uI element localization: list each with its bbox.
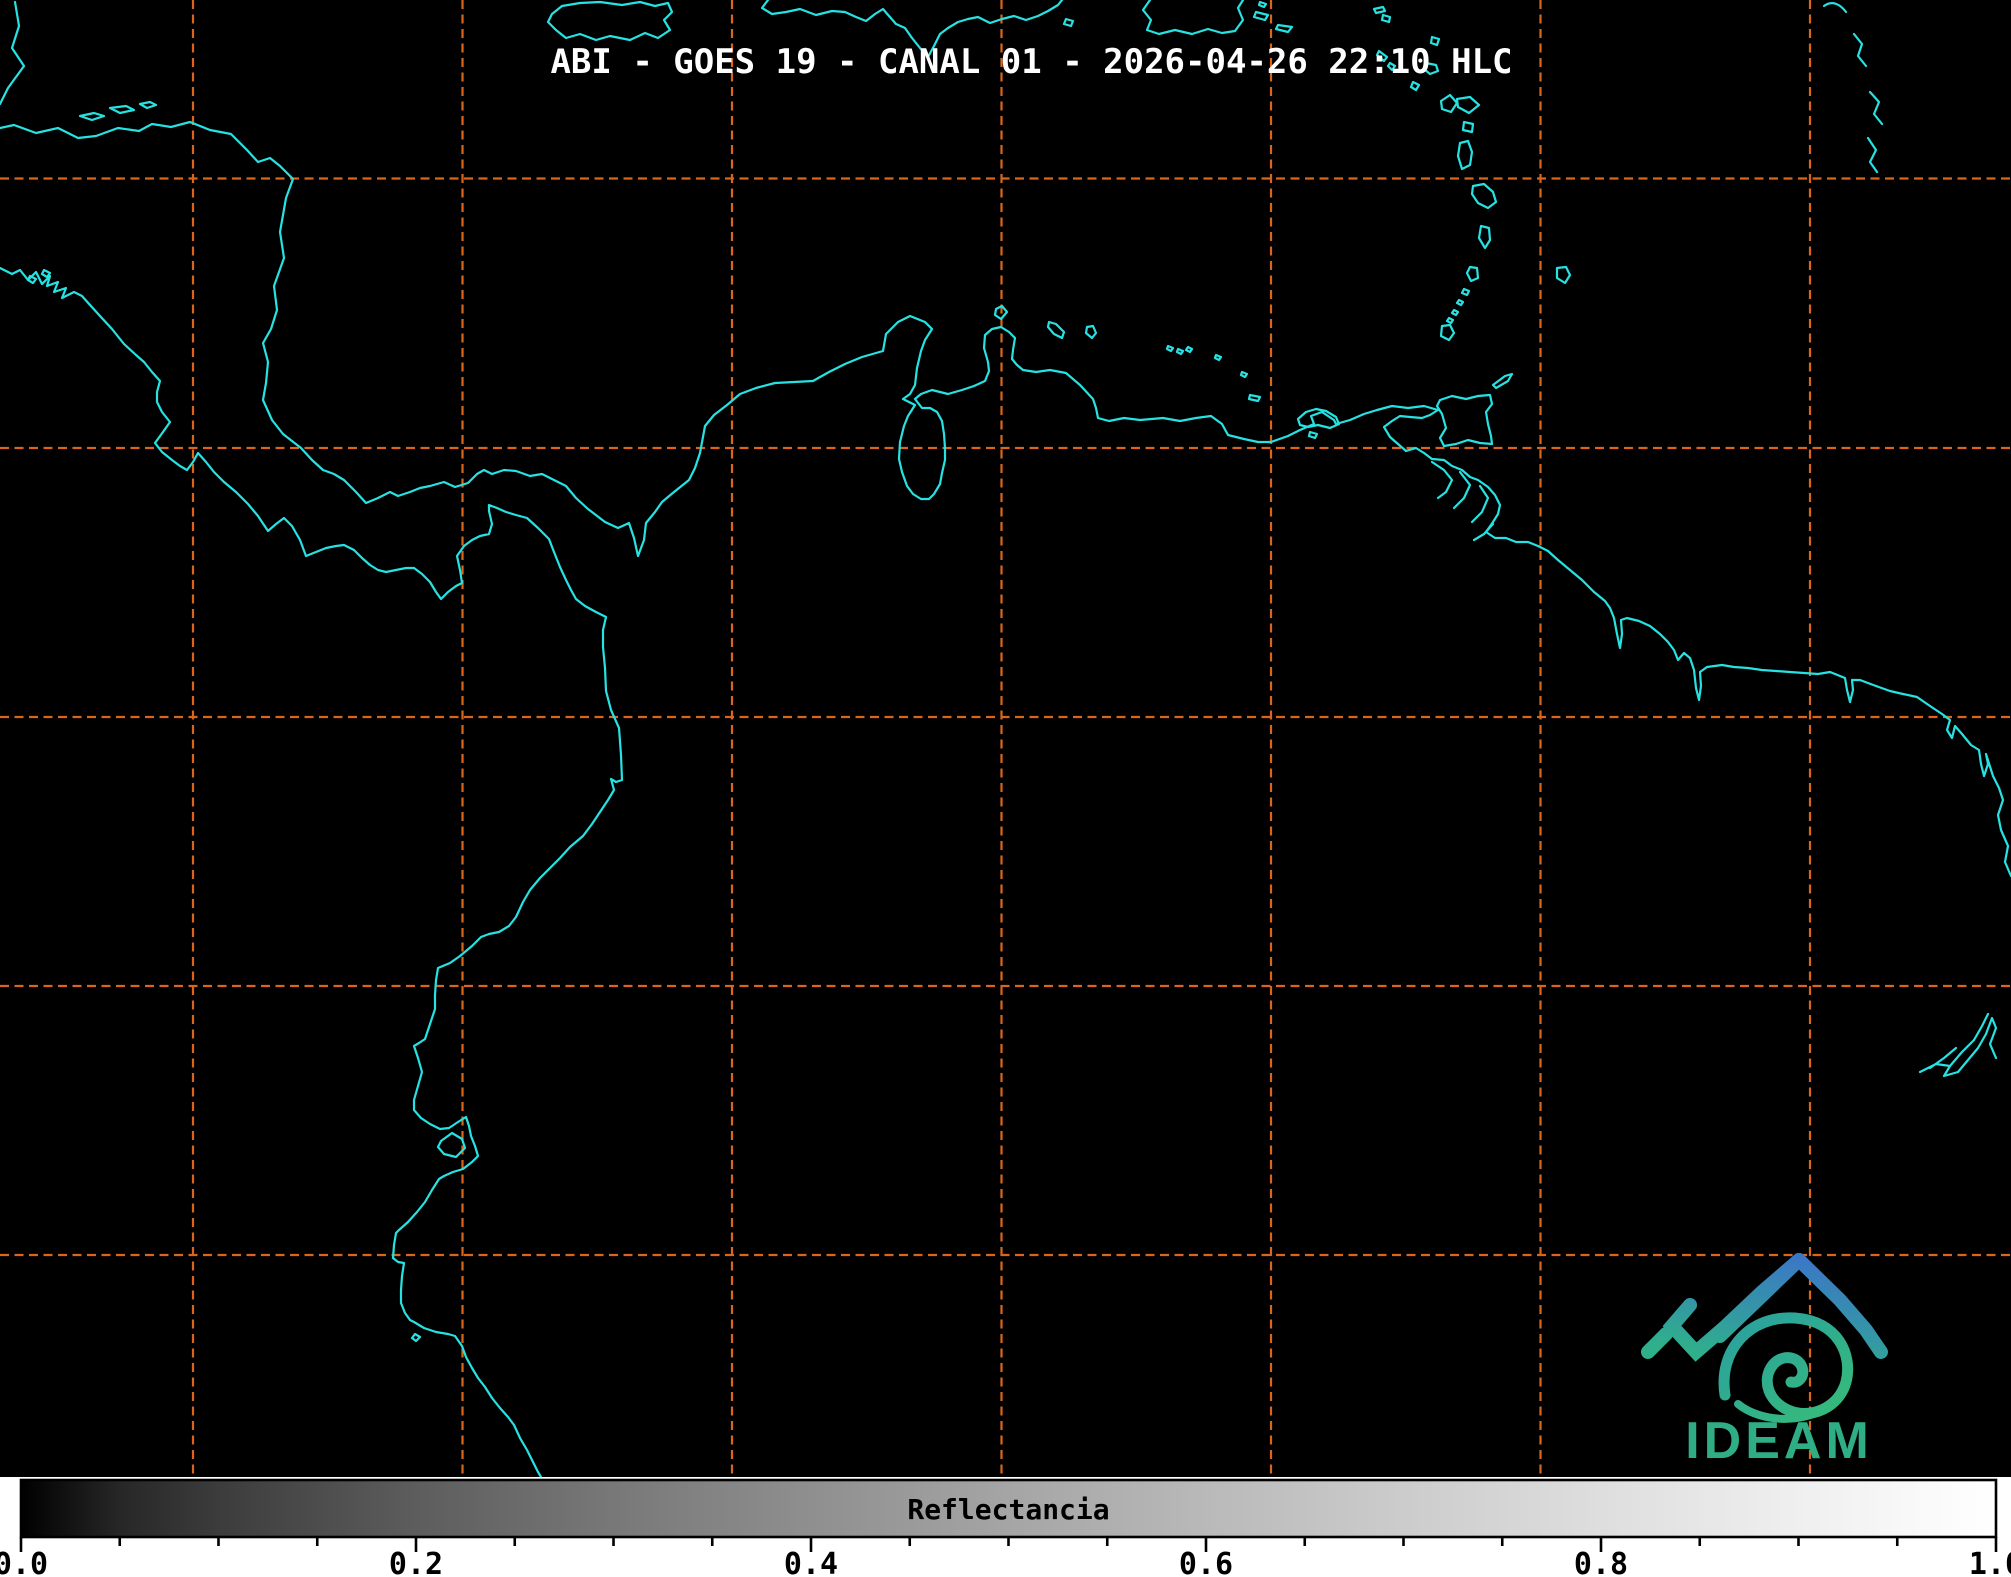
satellite-image-figure: IDEAM ABI - GOES 19 - CANAL 01 - 2026-04… — [0, 0, 2011, 1577]
colorbar: 0.0 0.2 0.4 0.6 0.8 1.0 Reflectancia — [0, 1477, 2011, 1577]
tick-label: 0.4 — [784, 1547, 838, 1577]
tick-label: 0.8 — [1574, 1547, 1628, 1577]
ideam-logo-text: IDEAM — [1685, 1412, 1873, 1470]
tick-label: 1.0 — [1969, 1547, 2011, 1577]
colorbar-canvas: 0.0 0.2 0.4 0.6 0.8 1.0 Reflectancia — [0, 1477, 2011, 1577]
map-canvas: IDEAM — [0, 0, 2011, 1477]
colorbar-tick-labels: 0.0 0.2 0.4 0.6 0.8 1.0 — [0, 1547, 2011, 1577]
colorbar-title: Reflectancia — [907, 1493, 1109, 1526]
tick-label: 0.0 — [0, 1547, 48, 1577]
colorbar-ticks — [21, 1537, 1996, 1552]
tick-label: 0.6 — [1179, 1547, 1233, 1577]
satellite-map: IDEAM ABI - GOES 19 - CANAL 01 - 2026-04… — [0, 0, 2011, 1477]
map-title: ABI - GOES 19 - CANAL 01 - 2026-04-26 22… — [26, 42, 2011, 82]
tick-label: 0.2 — [389, 1547, 443, 1577]
